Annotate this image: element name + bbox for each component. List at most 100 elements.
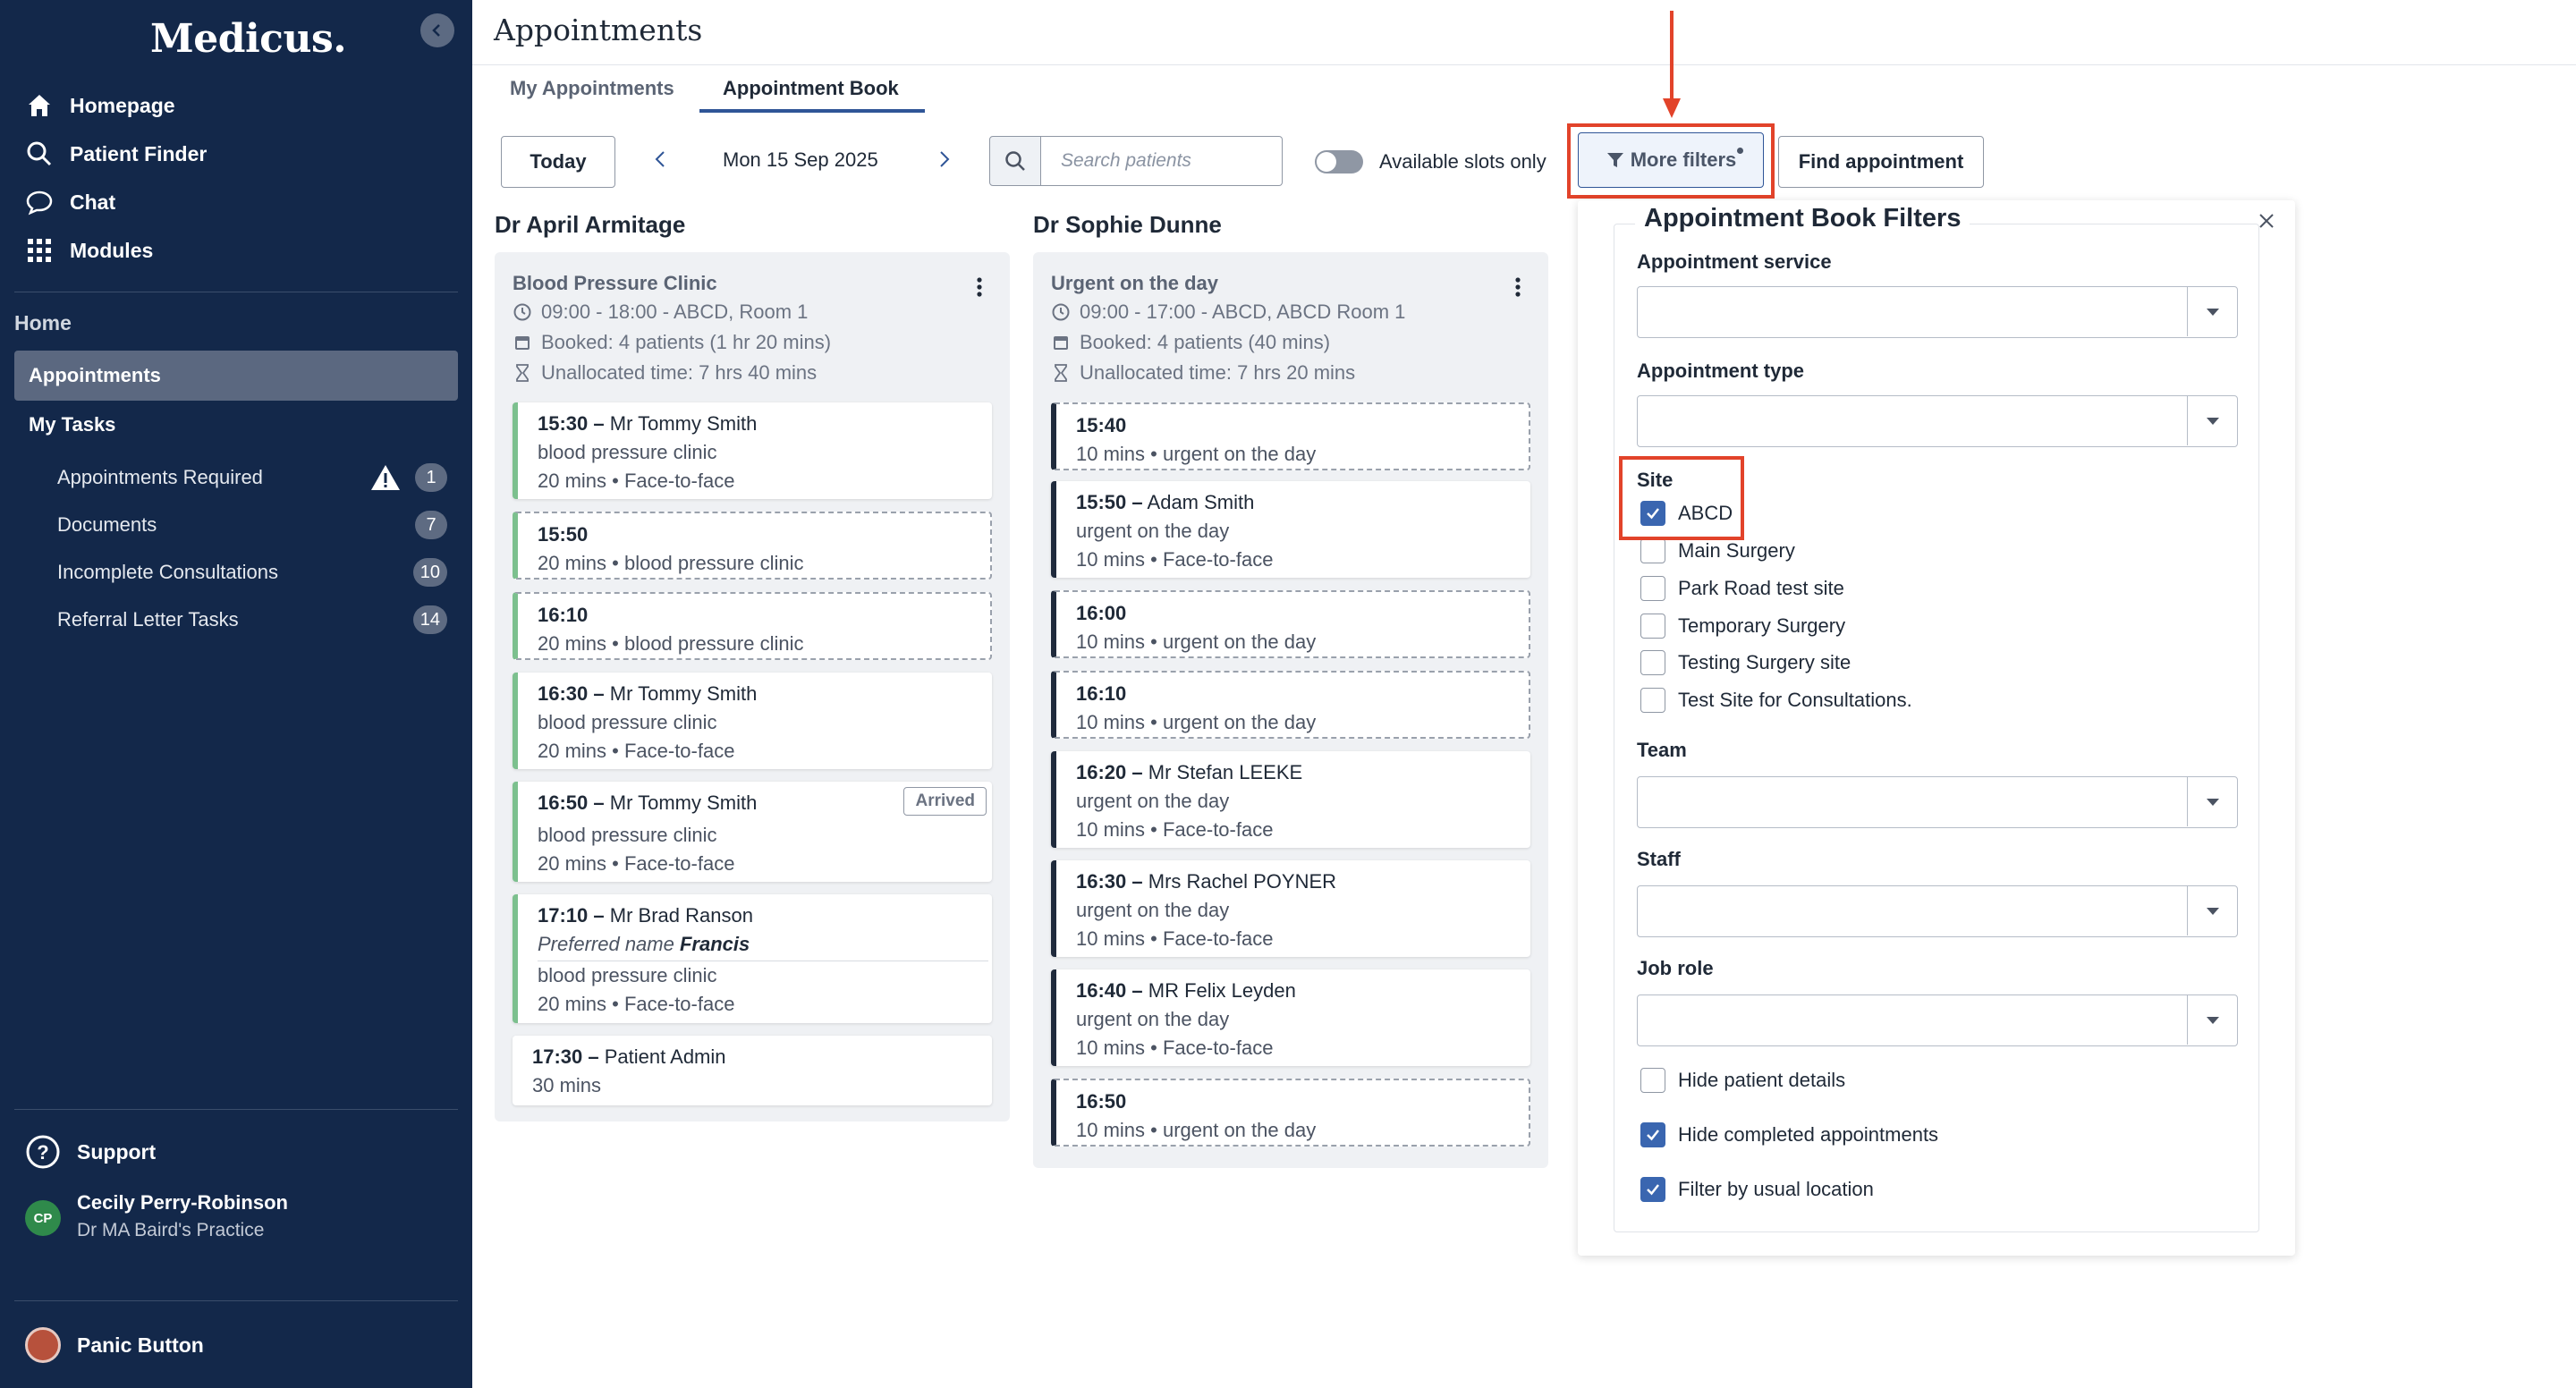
- task-count-badge: 10: [412, 558, 447, 587]
- slot-duration: 10 mins • Face-to-face: [1076, 818, 1274, 841]
- prev-day-button[interactable]: [653, 148, 667, 176]
- nav-patient-finder[interactable]: Patient Finder: [25, 136, 207, 172]
- user-practice: Dr MA Baird's Practice: [77, 1220, 265, 1240]
- appointment-slot[interactable]: 16:30 – Mr Tommy Smith blood pressure cl…: [513, 673, 992, 769]
- site-option[interactable]: Test Site for Consultations.: [1640, 688, 1912, 713]
- collapse-sidebar-button[interactable]: [420, 13, 454, 47]
- dropdown-toggle[interactable]: [2187, 777, 2237, 826]
- chat-icon: [26, 190, 53, 216]
- slot-detail: 10 mins • urgent on the day: [1076, 711, 1317, 733]
- appointment-slot[interactable]: 16:30 – Mrs Rachel POYNER urgent on the …: [1051, 860, 1530, 957]
- appointment-slot[interactable]: 16:20 – Mr Stefan LEEKE urgent on the da…: [1051, 751, 1530, 848]
- session-booked-text: Booked: 4 patients (1 hr 20 mins): [541, 331, 832, 353]
- checkbox[interactable]: [1640, 650, 1665, 675]
- slot-detail: blood pressure clinic: [538, 711, 717, 733]
- hide-patient-details-option[interactable]: Hide patient details: [1640, 1068, 1845, 1093]
- preferred-name-label: Preferred name: [538, 933, 674, 955]
- session-menu-button[interactable]: [976, 275, 983, 305]
- tab-appointment-book[interactable]: Appointment Book: [723, 77, 899, 100]
- job-role-select[interactable]: [1637, 994, 2238, 1046]
- clock-icon: [1052, 303, 1070, 321]
- chevron-right-icon: [940, 151, 950, 167]
- app-logo: Medicus.: [150, 16, 347, 62]
- task-referral-letter-tasks[interactable]: Referral Letter Tasks 14: [57, 602, 447, 638]
- session-unallocated-text: Unallocated time: 7 hrs 40 mins: [541, 361, 818, 384]
- nav-chat[interactable]: Chat: [25, 184, 115, 220]
- close-filters-button[interactable]: [2258, 207, 2275, 236]
- dropdown-toggle[interactable]: [2187, 995, 2237, 1045]
- site-option[interactable]: Testing Surgery site: [1640, 650, 1851, 675]
- calendar-icon: [1054, 336, 1068, 350]
- appointment-slot[interactable]: 17:10 – Mr Brad Ranson Preferred name Fr…: [513, 894, 992, 1023]
- sidebar-item-appointments[interactable]: Appointments: [14, 351, 458, 401]
- site-option[interactable]: Park Road test site: [1640, 576, 1844, 601]
- session-title: Urgent on the day: [1051, 272, 1219, 294]
- search-patients-input[interactable]: Search patients: [1039, 136, 1283, 186]
- task-documents[interactable]: Documents 7: [57, 507, 447, 543]
- team-select[interactable]: [1637, 776, 2238, 828]
- tab-my-appointments[interactable]: My Appointments: [510, 77, 674, 100]
- svg-text:?: ?: [37, 1141, 48, 1164]
- staff-select[interactable]: [1637, 885, 2238, 937]
- slot-time: 16:50: [1076, 1090, 1127, 1113]
- find-appointment-button[interactable]: Find appointment: [1778, 136, 1984, 188]
- slot-time: 15:50: [538, 523, 589, 546]
- free-slot[interactable]: 15:40 10 mins • urgent on the day: [1051, 402, 1530, 470]
- task-incomplete-consultations[interactable]: Incomplete Consultations 10: [57, 554, 447, 590]
- session-menu-button[interactable]: [1514, 275, 1521, 305]
- free-slot[interactable]: 16:00 10 mins • urgent on the day: [1051, 590, 1530, 658]
- site-option-label: Park Road test site: [1678, 577, 1844, 599]
- home-section-link[interactable]: Home: [14, 311, 72, 335]
- appointment-slot[interactable]: 15:50 – Adam Smith urgent on the day 10 …: [1051, 481, 1530, 578]
- checkbox[interactable]: [1640, 1177, 1665, 1202]
- free-slot[interactable]: 16:10 20 mins • blood pressure clinic: [513, 592, 992, 660]
- checkbox[interactable]: [1640, 1122, 1665, 1147]
- checkbox[interactable]: [1640, 688, 1665, 713]
- admin-slot[interactable]: 17:30 – Patient Admin 30 mins: [513, 1036, 992, 1105]
- checkbox[interactable]: [1640, 576, 1665, 601]
- search-button[interactable]: [989, 136, 1041, 186]
- dropdown-toggle[interactable]: [2187, 886, 2237, 935]
- session-title: Blood Pressure Clinic: [513, 272, 717, 294]
- slot-time: 15:30 –: [538, 412, 605, 435]
- appointment-type-select[interactable]: [1637, 395, 2238, 447]
- search-icon: [1005, 151, 1025, 171]
- checkbox[interactable]: [1640, 538, 1665, 563]
- checkbox[interactable]: [1640, 614, 1665, 639]
- avatar: CP: [25, 1200, 61, 1236]
- site-option-label: Testing Surgery site: [1678, 651, 1852, 673]
- next-day-button[interactable]: [937, 148, 952, 176]
- hourglass-icon: [1055, 364, 1067, 382]
- available-slots-toggle[interactable]: [1315, 150, 1363, 174]
- free-slot[interactable]: 16:50 10 mins • urgent on the day: [1051, 1079, 1530, 1147]
- sidebar: Medicus. Homepage Patient Finder Chat Mo…: [0, 0, 472, 1388]
- task-count-badge: 7: [415, 511, 447, 539]
- slot-detail: 20 mins • blood pressure clinic: [538, 552, 804, 574]
- checkbox[interactable]: [1640, 1068, 1665, 1093]
- today-button[interactable]: Today: [501, 136, 615, 188]
- nav-modules[interactable]: Modules: [25, 233, 153, 268]
- slot-time: 16:40 –: [1076, 979, 1143, 1002]
- free-slot[interactable]: 16:10 10 mins • urgent on the day: [1051, 671, 1530, 739]
- panic-button[interactable]: Panic Button: [25, 1327, 204, 1363]
- nav-homepage[interactable]: Homepage: [25, 88, 175, 123]
- hide-completed-option[interactable]: Hide completed appointments: [1640, 1122, 1938, 1147]
- my-tasks-heading[interactable]: My Tasks: [29, 413, 115, 436]
- appointment-service-select[interactable]: [1637, 286, 2238, 338]
- task-label: Incomplete Consultations: [57, 561, 279, 583]
- appointment-slot[interactable]: 15:30 – Mr Tommy Smith blood pressure cl…: [513, 402, 992, 499]
- support-link[interactable]: ? Support: [25, 1134, 156, 1170]
- appointment-slot[interactable]: 16:40 – MR Felix Leyden urgent on the da…: [1051, 969, 1530, 1066]
- session-booked: Booked: 4 patients (40 mins): [1051, 331, 1330, 354]
- dropdown-toggle[interactable]: [2187, 396, 2237, 445]
- session-hours: 09:00 - 17:00 - ABCD, ABCD Room 1: [1051, 300, 1405, 324]
- slot-time: 15:50 –: [1076, 491, 1143, 513]
- free-slot[interactable]: 15:50 20 mins • blood pressure clinic: [513, 512, 992, 580]
- site-option[interactable]: Main Surgery: [1640, 538, 1795, 563]
- dropdown-toggle[interactable]: [2187, 287, 2237, 336]
- appointment-slot[interactable]: 16:50 – Mr Tommy Smith Arrived blood pre…: [513, 782, 992, 882]
- filter-usual-location-option[interactable]: Filter by usual location: [1640, 1177, 1874, 1202]
- user-profile[interactable]: CP Cecily Perry-Robinson Dr MA Baird's P…: [25, 1191, 288, 1241]
- task-appointments-required[interactable]: Appointments Required 1: [57, 460, 447, 495]
- site-option[interactable]: Temporary Surgery: [1640, 614, 1845, 639]
